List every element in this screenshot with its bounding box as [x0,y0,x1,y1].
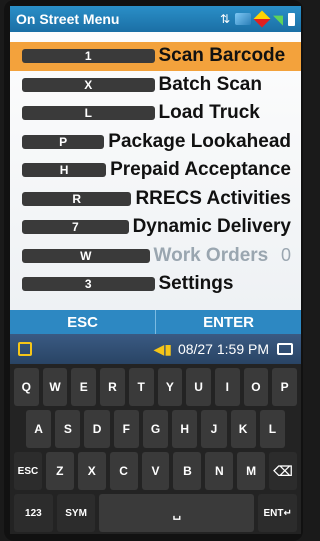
sync-icon: ⇅ [219,12,230,26]
menu-item-work-orders: W Work Orders 0 [10,242,301,271]
menu-item-prepaid-acceptance[interactable]: H Prepaid Acceptance [10,156,301,185]
clipboard-icon[interactable] [18,342,32,356]
battery-icon [288,12,295,26]
menu-item-key: 7 [22,220,129,235]
key-p[interactable]: P [272,368,298,406]
menu-item-key: L [22,106,155,121]
menu-item-label: Batch Scan [158,73,262,95]
key-c[interactable]: C [109,452,138,490]
device-screen: On Street Menu ⇅ ◥ 1 Scan Barcode X Batc… [4,0,303,541]
menu-item-scan-barcode[interactable]: 1 Scan Barcode [10,42,301,71]
key-s[interactable]: S [55,410,81,448]
keyboard-row-1: Q W E R T Y U I O P [12,368,299,406]
keyboard-row-3: ESC Z X C V B N M ⌫ [12,452,299,490]
key-w[interactable]: W [42,368,68,406]
menu-item-key: P [22,134,105,149]
key-u[interactable]: U [186,368,211,406]
title-bar: On Street Menu ⇅ ◥ [10,6,301,316]
softkey-bar: ESC ENTER [10,310,301,334]
key-e[interactable]: E [71,368,97,406]
onscreen-keyboard: Q W E R T Y U I O P A S D F G H J K L ES… [10,364,301,534]
menu-item-key: W [22,248,150,263]
menu-item-label: Package Lookahead [108,130,291,152]
page-title: On Street Menu [16,11,120,27]
menu-item-key: 3 [22,277,155,292]
menu-item-label: Prepaid Acceptance [110,159,291,181]
key-123[interactable]: 123 [14,494,53,532]
key-x[interactable]: X [77,452,106,490]
key-t[interactable]: T [128,368,154,406]
menu-item-label: Work Orders [153,244,269,266]
key-esc[interactable]: ESC [14,452,42,490]
menu-item-batch-scan[interactable]: X Batch Scan [10,71,301,100]
key-q[interactable]: Q [14,368,39,406]
menu-item-package-lookahead[interactable]: P Package Lookahead [10,128,301,157]
key-a[interactable]: A [26,410,52,448]
work-orders-count: 0 [281,245,292,266]
key-i[interactable]: I [214,368,240,406]
menu-item-label: Load Truck [158,102,260,124]
wifi-icon: ◥ [273,11,283,27]
menu-item-settings[interactable]: 3 Settings [10,270,301,299]
datetime-display: 08/27 1:59 PM [177,341,269,357]
key-d[interactable]: D [84,410,110,448]
scanner-icon [235,13,251,25]
menu-item-label: Dynamic Delivery [132,216,291,238]
key-m[interactable]: M [237,452,266,490]
key-l[interactable]: L [259,410,285,448]
status-icons: ⇅ ◥ [16,10,295,316]
keyboard-row-4: 123 SYM ␣ ENT↵ [12,494,299,532]
menu-item-label: Scan Barcode [158,45,286,67]
menu-item-label: RRECS Activities [135,187,291,209]
menu-item-key: 1 [22,49,155,64]
menu-item-load-truck[interactable]: L Load Truck [10,99,301,128]
warning-diamond-icon [253,10,271,28]
key-r[interactable]: R [100,368,125,406]
backspace-key[interactable]: ⌫ [269,452,298,490]
menu-item-key: R [22,191,132,206]
key-o[interactable]: O [243,368,269,406]
key-y[interactable]: Y [157,368,183,406]
key-sym[interactable]: SYM [56,494,96,532]
key-g[interactable]: G [142,410,169,448]
volume-icon[interactable]: ◀▮ [153,341,171,358]
key-j[interactable]: J [201,410,227,448]
key-f[interactable]: F [113,410,139,448]
space-key[interactable]: ␣ [99,494,255,532]
menu-item-label: Settings [158,273,234,295]
enter-button[interactable]: ENTER [155,310,301,334]
key-b[interactable]: B [173,452,202,490]
key-v[interactable]: V [141,452,170,490]
key-z[interactable]: Z [45,452,74,490]
menu-item-dynamic-delivery[interactable]: 7 Dynamic Delivery [10,213,301,242]
esc-button[interactable]: ESC [10,310,155,334]
key-n[interactable]: N [205,452,234,490]
keyboard-row-2: A S D F G H J K L [12,410,299,448]
key-k[interactable]: K [230,410,256,448]
enter-key[interactable]: ENT↵ [258,494,298,532]
info-bar: ◀▮ 08/27 1:59 PM [10,334,301,364]
menu-item-rrecs-activities[interactable]: R RRECS Activities [10,185,301,214]
keyboard-icon[interactable] [277,343,293,355]
menu-list: 1 Scan Barcode X Batch Scan L Load Truck… [10,32,301,310]
key-h[interactable]: H [172,410,198,448]
menu-item-key: H [22,163,107,178]
menu-item-key: X [22,77,155,92]
